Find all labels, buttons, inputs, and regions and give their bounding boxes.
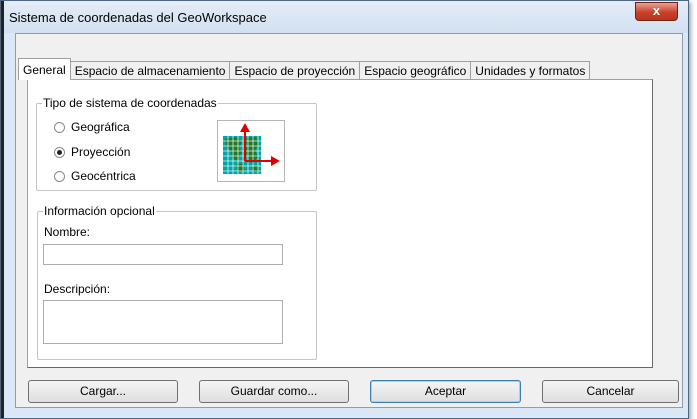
radio-button-projection[interactable] [54, 146, 65, 158]
optional-info-label: Información opcional [43, 204, 156, 218]
tab-units-formats[interactable]: Unidades y formatos [470, 61, 591, 80]
radio-geocentric[interactable]: Geocéntrica [54, 168, 136, 184]
radio-button-geographic[interactable] [54, 121, 65, 133]
cancel-button[interactable]: Cancelar [542, 380, 679, 403]
window-title: Sistema de coordenadas del GeoWorkspace [9, 10, 267, 25]
close-icon: x [652, 3, 661, 18]
tab-general[interactable]: General [18, 58, 71, 80]
tab-storage-space[interactable]: Espacio de almacenamiento [69, 61, 231, 80]
radio-label-geocentric: Geocéntrica [71, 169, 136, 183]
optional-info-group: Información opcional Nombre: Descripción… [37, 204, 317, 360]
save-as-button[interactable]: Guardar como... [199, 380, 349, 403]
radio-projection[interactable]: Proyección [54, 144, 130, 160]
tab-strip: General Espacio de almacenamiento Espaci… [18, 58, 591, 80]
coordinate-type-group: Tipo de sistema de coordenadas Geográfic… [36, 96, 317, 191]
accept-button[interactable]: Aceptar [370, 380, 521, 403]
load-button[interactable]: Cargar... [28, 380, 178, 403]
radio-geographic[interactable]: Geográfica [54, 119, 130, 135]
projection-map-icon [217, 120, 285, 182]
tab-projection-space[interactable]: Espacio de proyección [229, 61, 361, 80]
description-textarea[interactable] [43, 300, 283, 344]
name-input[interactable] [43, 244, 283, 265]
name-label: Nombre: [44, 225, 91, 239]
radio-button-geocentric[interactable] [54, 170, 65, 182]
radio-label-projection: Proyección [71, 145, 131, 159]
coordinate-type-label: Tipo de sistema de coordenadas [42, 96, 218, 110]
tab-geographic-space[interactable]: Espacio geográfico [359, 61, 472, 80]
description-label: Descripción: [44, 282, 111, 296]
close-button[interactable]: x [635, 2, 678, 21]
title-bar[interactable]: Sistema de coordenadas del GeoWorkspace … [4, 1, 688, 33]
general-tab-panel: Tipo de sistema de coordenadas Geográfic… [27, 79, 653, 368]
radio-label-geographic: Geográfica [71, 120, 130, 134]
